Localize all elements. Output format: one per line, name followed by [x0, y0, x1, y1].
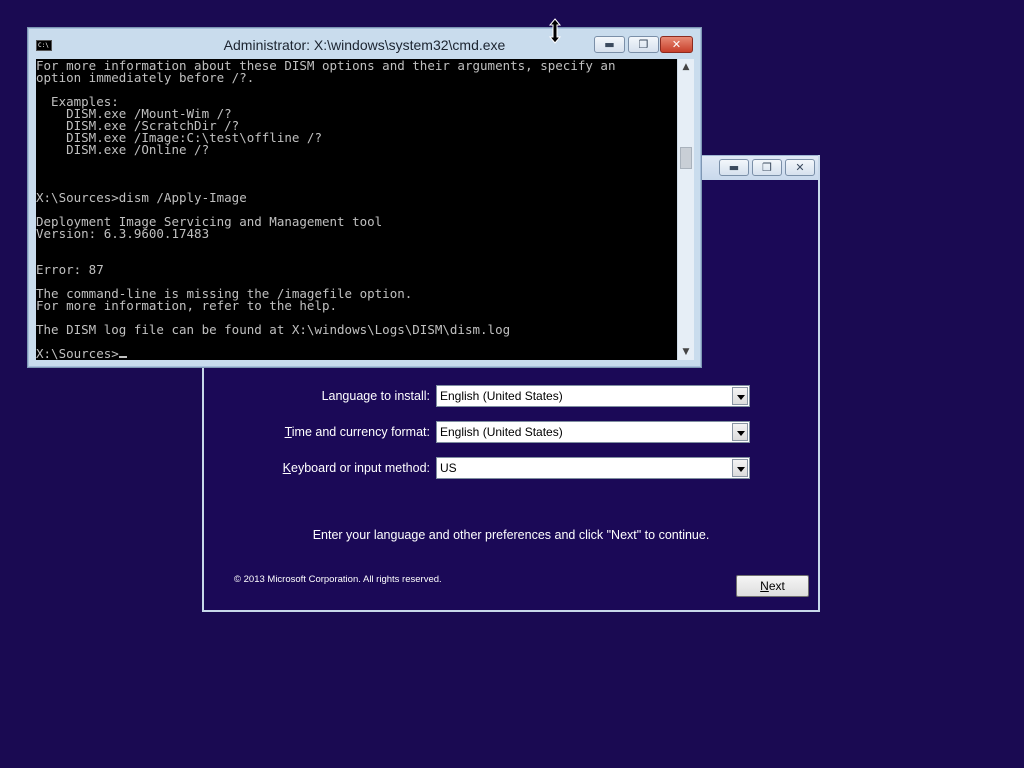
cmd-close-button[interactable]: ✕: [660, 36, 693, 53]
restore-icon: ❐: [638, 38, 649, 51]
cmd-minimize-button[interactable]: ▬: [594, 36, 625, 53]
scroll-down-icon[interactable]: ▼: [678, 344, 694, 360]
scrollbar-thumb[interactable]: [680, 147, 692, 169]
language-label: Language to install:: [321, 389, 430, 403]
cmd-window: C:\ Administrator: X:\windows\system32\c…: [27, 27, 702, 368]
chevron-down-icon[interactable]: [732, 423, 748, 441]
keyboard-select-value: US: [440, 461, 457, 475]
scroll-up-icon[interactable]: ▲: [678, 59, 694, 75]
time-currency-select-value: English (United States): [440, 425, 563, 439]
copyright-text: © 2013 Microsoft Corporation. All rights…: [234, 574, 442, 585]
console-text: For more information about these DISM op…: [36, 59, 616, 337]
chevron-down-icon[interactable]: [732, 387, 748, 405]
setup-minimize-button[interactable]: ▬: [719, 159, 749, 176]
language-row: Language to install: English (United Sta…: [204, 385, 818, 409]
close-icon: ✕: [795, 161, 805, 174]
setup-close-button[interactable]: ✕: [785, 159, 815, 176]
setup-maximize-button[interactable]: ❐: [752, 159, 782, 176]
keyboard-label: Keyboard or input method:: [282, 461, 430, 475]
time-currency-select[interactable]: English (United States): [436, 421, 750, 443]
cmd-titlebar[interactable]: C:\ Administrator: X:\windows\system32\c…: [28, 28, 701, 58]
language-select-value: English (United States): [440, 389, 563, 403]
keyboard-row: Keyboard or input method: US: [204, 457, 818, 481]
cmd-maximize-button[interactable]: ❐: [628, 36, 659, 53]
time-currency-label: Time and currency format:: [284, 425, 430, 439]
close-icon: ✕: [671, 38, 682, 51]
time-currency-row: Time and currency format: English (Unite…: [204, 421, 818, 445]
restore-icon: ❐: [762, 161, 772, 174]
cmd-console-output[interactable]: For more information about these DISM op…: [36, 59, 677, 360]
language-select[interactable]: English (United States): [436, 385, 750, 407]
resize-cursor-icon: [548, 18, 562, 44]
setup-instruction-text: Enter your language and other preference…: [312, 528, 710, 542]
chevron-down-icon[interactable]: [732, 459, 748, 477]
console-prompt: X:\Sources>: [36, 346, 119, 360]
keyboard-select[interactable]: US: [436, 457, 750, 479]
minimize-icon: ▬: [728, 161, 740, 174]
minimize-icon: ▬: [604, 38, 615, 51]
next-button[interactable]: Next: [736, 575, 809, 597]
text-cursor: [118, 356, 127, 358]
cmd-scrollbar[interactable]: ▲ ▼: [677, 59, 694, 360]
